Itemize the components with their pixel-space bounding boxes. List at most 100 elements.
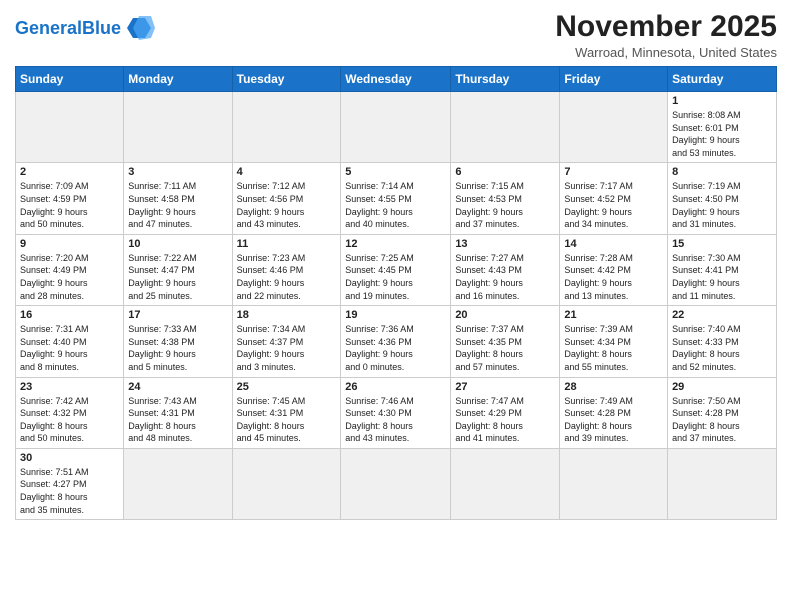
day-cell: 23Sunrise: 7:42 AM Sunset: 4:32 PM Dayli… — [16, 377, 124, 448]
day-cell: 29Sunrise: 7:50 AM Sunset: 4:28 PM Dayli… — [668, 377, 777, 448]
day-number: 5 — [345, 166, 446, 178]
day-cell — [560, 448, 668, 519]
day-cell: 6 Sunrise: 7:15 AM Sunset: 4:53 PM Daylig… — [451, 163, 560, 234]
location: Warroad, Minnesota, United States — [555, 45, 777, 60]
day-number: 26 — [345, 381, 446, 393]
day-info: Sunrise: 7:42 AM Sunset: 4:32 PM Dayligh… — [20, 395, 119, 445]
day-number: 8 — [672, 166, 772, 178]
day-cell: 8 Sunrise: 7:19 AM Sunset: 4:50 PM Daylig… — [668, 163, 777, 234]
day-cell: 5 Sunrise: 7:14 AM Sunset: 4:55 PM Daylig… — [341, 163, 451, 234]
day-info: Sunrise: 7:51 AM Sunset: 4:27 PM Dayligh… — [20, 466, 119, 516]
day-number: 17 — [128, 309, 227, 321]
calendar: SundayMondayTuesdayWednesdayThursdayFrid… — [15, 66, 777, 520]
logo-icon — [123, 14, 155, 42]
day-cell: 15 Sunrise: 7:30 AM Sunset: 4:41 PM Dayli… — [668, 234, 777, 305]
day-header-monday: Monday — [124, 67, 232, 92]
day-cell: 3 Sunrise: 7:11 AM Sunset: 4:58 PM Daylig… — [124, 163, 232, 234]
day-number: 18 — [237, 309, 337, 321]
day-cell: 28 Sunrise: 7:49 AM Sunset: 4:28 PM Dayli… — [560, 377, 668, 448]
day-info: Sunrise: 7:19 AM Sunset: 4:50 PM Dayligh… — [672, 180, 772, 230]
day-number: 22 — [672, 309, 772, 321]
day-cell — [451, 92, 560, 163]
day-cell: 2Sunrise: 7:09 AM Sunset: 4:59 PM Daylig… — [16, 163, 124, 234]
week-row-5: 23Sunrise: 7:42 AM Sunset: 4:32 PM Dayli… — [16, 377, 777, 448]
day-number: 2 — [20, 166, 119, 178]
logo-blue: Blue — [82, 18, 121, 38]
day-number: 9 — [20, 238, 119, 250]
day-info: Sunrise: 7:36 AM Sunset: 4:36 PM Dayligh… — [345, 323, 446, 373]
day-info: Sunrise: 7:15 AM Sunset: 4:53 PM Dayligh… — [455, 180, 555, 230]
day-info: Sunrise: 7:43 AM Sunset: 4:31 PM Dayligh… — [128, 395, 227, 445]
day-number: 15 — [672, 238, 772, 250]
day-info: Sunrise: 7:33 AM Sunset: 4:38 PM Dayligh… — [128, 323, 227, 373]
day-cell: 10Sunrise: 7:22 AM Sunset: 4:47 PM Dayli… — [124, 234, 232, 305]
day-info: Sunrise: 7:31 AM Sunset: 4:40 PM Dayligh… — [20, 323, 119, 373]
day-info: Sunrise: 7:12 AM Sunset: 4:56 PM Dayligh… — [237, 180, 337, 230]
day-info: Sunrise: 7:30 AM Sunset: 4:41 PM Dayligh… — [672, 252, 772, 302]
day-cell — [341, 92, 451, 163]
week-row-4: 16 Sunrise: 7:31 AM Sunset: 4:40 PM Dayli… — [16, 306, 777, 377]
page: GeneralBlue November 2025 Warroad, Minne… — [0, 0, 792, 612]
day-number: 25 — [237, 381, 337, 393]
day-info: Sunrise: 7:27 AM Sunset: 4:43 PM Dayligh… — [455, 252, 555, 302]
day-cell: 30 Sunrise: 7:51 AM Sunset: 4:27 PM Dayli… — [16, 448, 124, 519]
day-info: Sunrise: 7:28 AM Sunset: 4:42 PM Dayligh… — [564, 252, 663, 302]
day-number: 4 — [237, 166, 337, 178]
day-number: 1 — [672, 95, 772, 107]
day-cell: 9 Sunrise: 7:20 AM Sunset: 4:49 PM Daylig… — [16, 234, 124, 305]
day-info: Sunrise: 7:45 AM Sunset: 4:31 PM Dayligh… — [237, 395, 337, 445]
day-info: Sunrise: 7:49 AM Sunset: 4:28 PM Dayligh… — [564, 395, 663, 445]
day-number: 16 — [20, 309, 119, 321]
day-number: 6 — [455, 166, 555, 178]
day-cell — [341, 448, 451, 519]
day-number: 29 — [672, 381, 772, 393]
title-block: November 2025 Warroad, Minnesota, United… — [555, 10, 777, 60]
day-cell: 24 Sunrise: 7:43 AM Sunset: 4:31 PM Dayli… — [124, 377, 232, 448]
day-info: Sunrise: 7:47 AM Sunset: 4:29 PM Dayligh… — [455, 395, 555, 445]
day-cell — [16, 92, 124, 163]
week-row-6: 30 Sunrise: 7:51 AM Sunset: 4:27 PM Dayli… — [16, 448, 777, 519]
day-number: 3 — [128, 166, 227, 178]
week-row-1: 1 Sunrise: 8:08 AM Sunset: 6:01 PM Daylig… — [16, 92, 777, 163]
day-cell: 14Sunrise: 7:28 AM Sunset: 4:42 PM Dayli… — [560, 234, 668, 305]
header: GeneralBlue November 2025 Warroad, Minne… — [15, 10, 777, 60]
day-number: 13 — [455, 238, 555, 250]
day-cell — [124, 448, 232, 519]
day-number: 24 — [128, 381, 227, 393]
day-cell — [560, 92, 668, 163]
day-cell — [232, 92, 341, 163]
day-info: Sunrise: 7:11 AM Sunset: 4:58 PM Dayligh… — [128, 180, 227, 230]
day-info: Sunrise: 7:23 AM Sunset: 4:46 PM Dayligh… — [237, 252, 337, 302]
day-number: 7 — [564, 166, 663, 178]
days-header-row: SundayMondayTuesdayWednesdayThursdayFrid… — [16, 67, 777, 92]
day-number: 12 — [345, 238, 446, 250]
day-info: Sunrise: 7:17 AM Sunset: 4:52 PM Dayligh… — [564, 180, 663, 230]
day-number: 21 — [564, 309, 663, 321]
day-number: 19 — [345, 309, 446, 321]
day-header-saturday: Saturday — [668, 67, 777, 92]
week-row-3: 9 Sunrise: 7:20 AM Sunset: 4:49 PM Daylig… — [16, 234, 777, 305]
day-info: Sunrise: 7:20 AM Sunset: 4:49 PM Dayligh… — [20, 252, 119, 302]
day-cell: 17 Sunrise: 7:33 AM Sunset: 4:38 PM Dayli… — [124, 306, 232, 377]
day-info: Sunrise: 7:34 AM Sunset: 4:37 PM Dayligh… — [237, 323, 337, 373]
week-row-2: 2Sunrise: 7:09 AM Sunset: 4:59 PM Daylig… — [16, 163, 777, 234]
day-cell: 22 Sunrise: 7:40 AM Sunset: 4:33 PM Dayli… — [668, 306, 777, 377]
day-info: Sunrise: 7:40 AM Sunset: 4:33 PM Dayligh… — [672, 323, 772, 373]
day-number: 10 — [128, 238, 227, 250]
day-cell: 21Sunrise: 7:39 AM Sunset: 4:34 PM Dayli… — [560, 306, 668, 377]
day-info: Sunrise: 7:46 AM Sunset: 4:30 PM Dayligh… — [345, 395, 446, 445]
month-year: November 2025 — [555, 10, 777, 43]
day-cell — [124, 92, 232, 163]
day-cell: 18 Sunrise: 7:34 AM Sunset: 4:37 PM Dayli… — [232, 306, 341, 377]
day-number: 20 — [455, 309, 555, 321]
day-cell: 19 Sunrise: 7:36 AM Sunset: 4:36 PM Dayli… — [341, 306, 451, 377]
day-number: 28 — [564, 381, 663, 393]
day-info: Sunrise: 8:08 AM Sunset: 6:01 PM Dayligh… — [672, 109, 772, 159]
day-cell: 11Sunrise: 7:23 AM Sunset: 4:46 PM Dayli… — [232, 234, 341, 305]
day-cell: 12Sunrise: 7:25 AM Sunset: 4:45 PM Dayli… — [341, 234, 451, 305]
day-cell: 4 Sunrise: 7:12 AM Sunset: 4:56 PM Daylig… — [232, 163, 341, 234]
logo-text: GeneralBlue — [15, 18, 121, 38]
day-header-wednesday: Wednesday — [341, 67, 451, 92]
day-number: 30 — [20, 452, 119, 464]
day-info: Sunrise: 7:14 AM Sunset: 4:55 PM Dayligh… — [345, 180, 446, 230]
